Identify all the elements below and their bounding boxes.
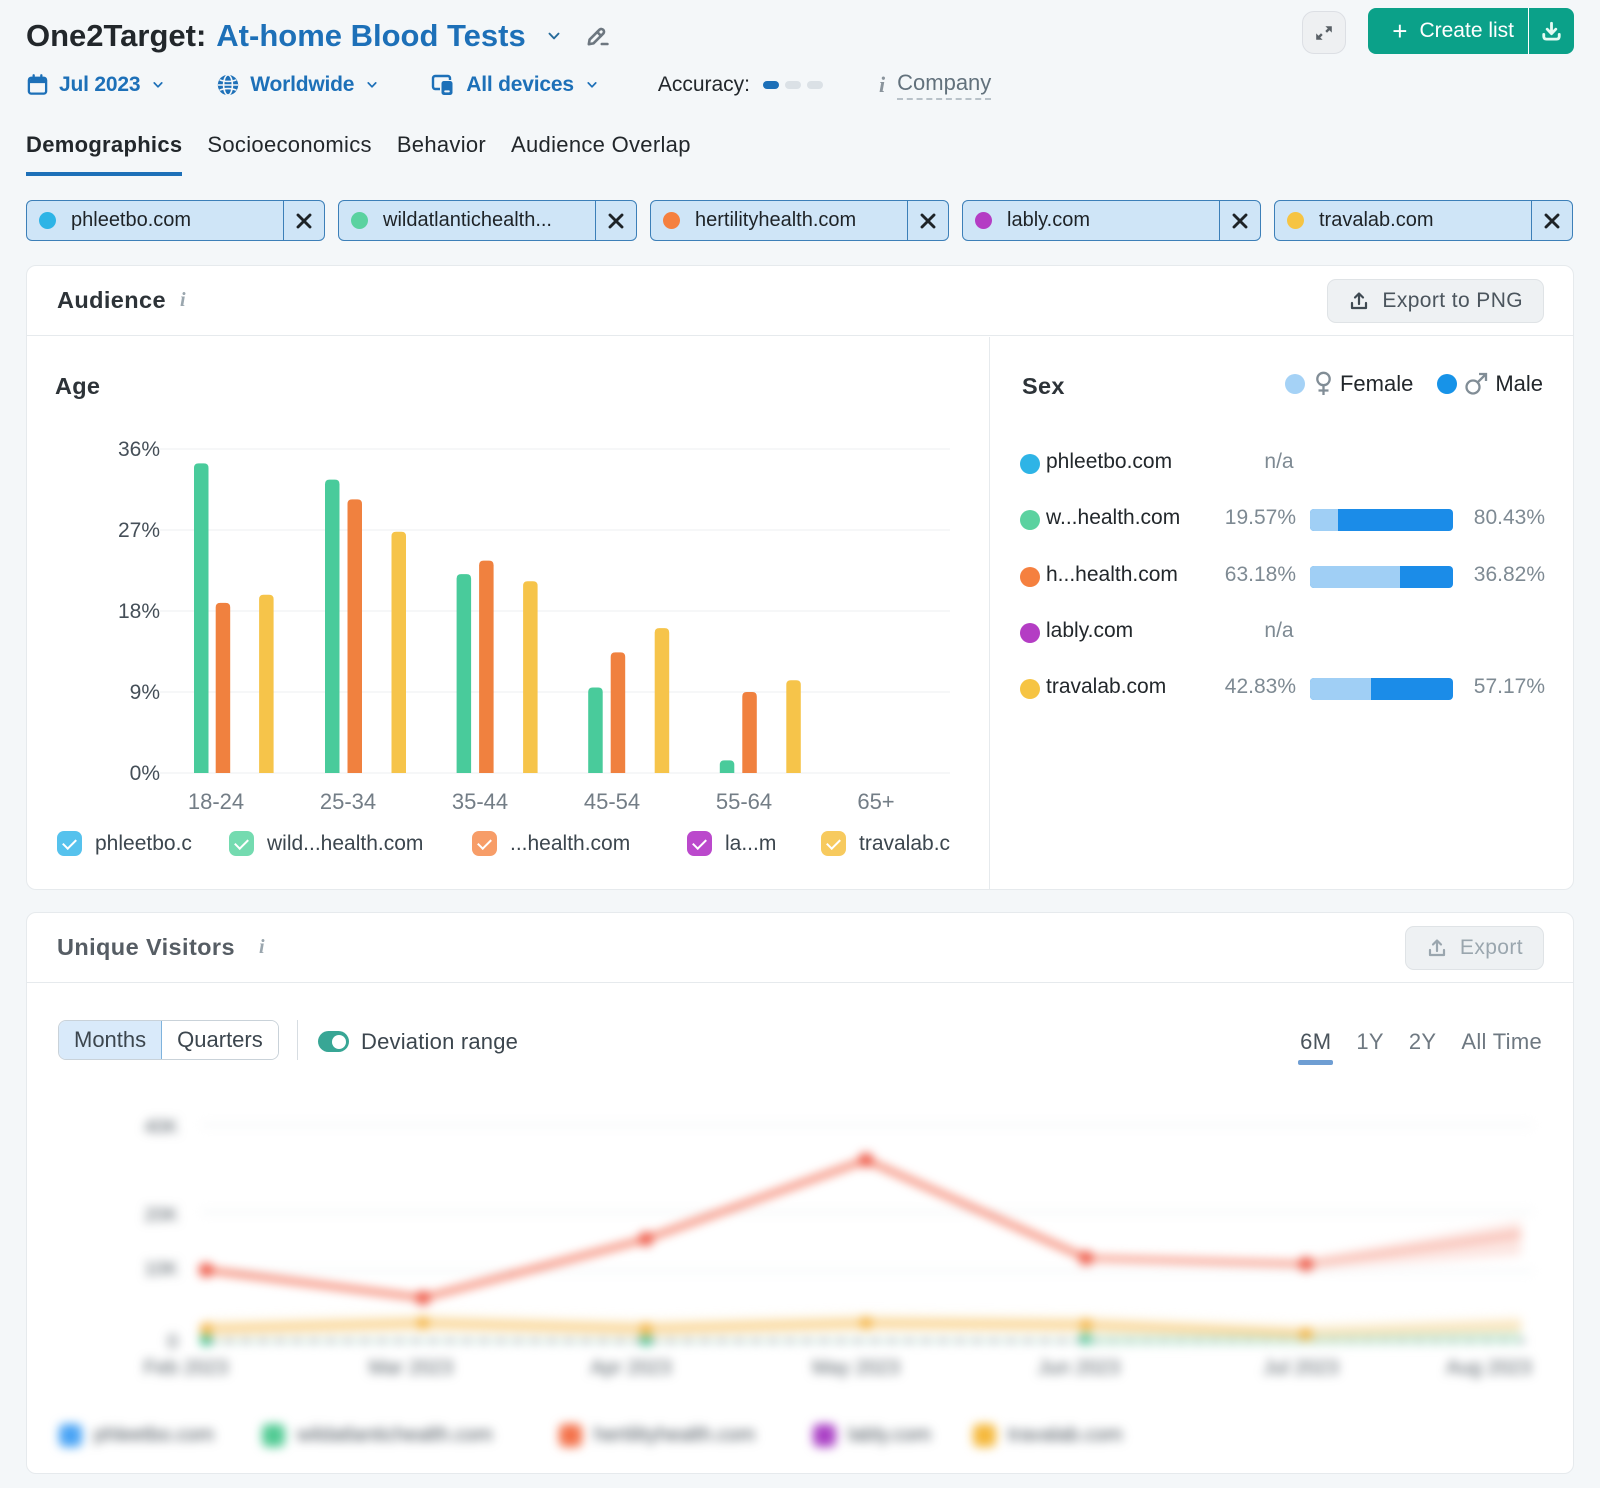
svg-text:Aug 2023: Aug 2023 (1446, 1357, 1532, 1379)
svg-text:27%: 27% (118, 519, 160, 542)
svg-text:0%: 0% (130, 762, 160, 785)
svg-text:45-54: 45-54 (584, 789, 640, 814)
svg-text:18-24: 18-24 (188, 789, 244, 814)
svg-text:Mar 2023: Mar 2023 (369, 1357, 454, 1379)
svg-text:36%: 36% (118, 438, 160, 461)
svg-text:lably.com: lably.com (848, 1424, 931, 1446)
svg-text:travalab.com: travalab.com (1008, 1424, 1123, 1446)
svg-text:wildatlantichealth.com: wildatlantichealth.com (296, 1424, 493, 1446)
svg-text:May 2023: May 2023 (812, 1357, 900, 1379)
svg-text:10K: 10K (144, 1259, 178, 1280)
svg-text:55-64: 55-64 (716, 789, 772, 814)
svg-text:Feb 2023: Feb 2023 (144, 1357, 229, 1379)
svg-text:Jul 2023: Jul 2023 (1263, 1357, 1339, 1379)
svg-text:9%: 9% (130, 681, 160, 704)
svg-text:hertilityhealth.com: hertilityhealth.com (594, 1424, 755, 1446)
svg-text:18%: 18% (118, 600, 160, 623)
svg-text:phleetbo.com: phleetbo.com (94, 1424, 214, 1446)
svg-text:Jun 2023: Jun 2023 (1038, 1357, 1120, 1379)
svg-text:Apr 2023: Apr 2023 (590, 1357, 671, 1379)
svg-text:25-34: 25-34 (320, 789, 376, 814)
svg-text:20K: 20K (144, 1205, 178, 1226)
svg-text:40K: 40K (144, 1117, 178, 1138)
svg-text:35-44: 35-44 (452, 789, 508, 814)
svg-text:65+: 65+ (857, 789, 894, 814)
svg-text:0: 0 (167, 1332, 178, 1353)
